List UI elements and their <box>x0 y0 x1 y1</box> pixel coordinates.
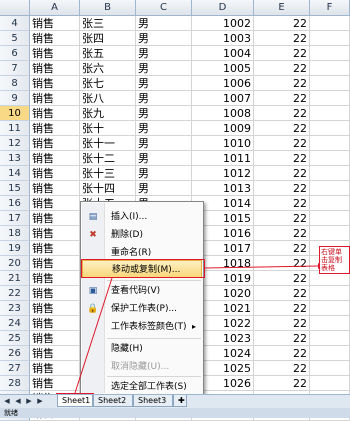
annotation-arrow-to-label <box>204 265 319 269</box>
sheet-tab-sheet1[interactable]: Sheet1 <box>57 395 93 407</box>
status-text: 就绪 <box>4 409 18 417</box>
annotation-arrows <box>74 263 324 394</box>
first-sheet-nav-icon[interactable]: ◀ <box>2 396 12 406</box>
annotation-arrow-tab-to-item <box>74 277 113 394</box>
sheet-tab-sheet2[interactable]: Sheet2 <box>93 395 133 407</box>
sheet-tab-sheet3[interactable]: Sheet3 <box>133 395 173 407</box>
insert-sheet-icon[interactable]: ✚ <box>173 395 187 407</box>
next-sheet-nav-icon[interactable]: ▶ <box>24 396 34 406</box>
annotation-label: 右键单击复制表格 <box>319 246 350 274</box>
status-bar: 就绪 <box>0 408 350 418</box>
prev-sheet-nav-icon[interactable]: ◀ <box>13 396 23 406</box>
last-sheet-nav-icon[interactable]: ▶ <box>35 396 45 406</box>
sheet-tab-bar: ◀ ◀ ▶ ▶ Sheet1 Sheet2 Sheet3 ✚ <box>0 394 350 408</box>
